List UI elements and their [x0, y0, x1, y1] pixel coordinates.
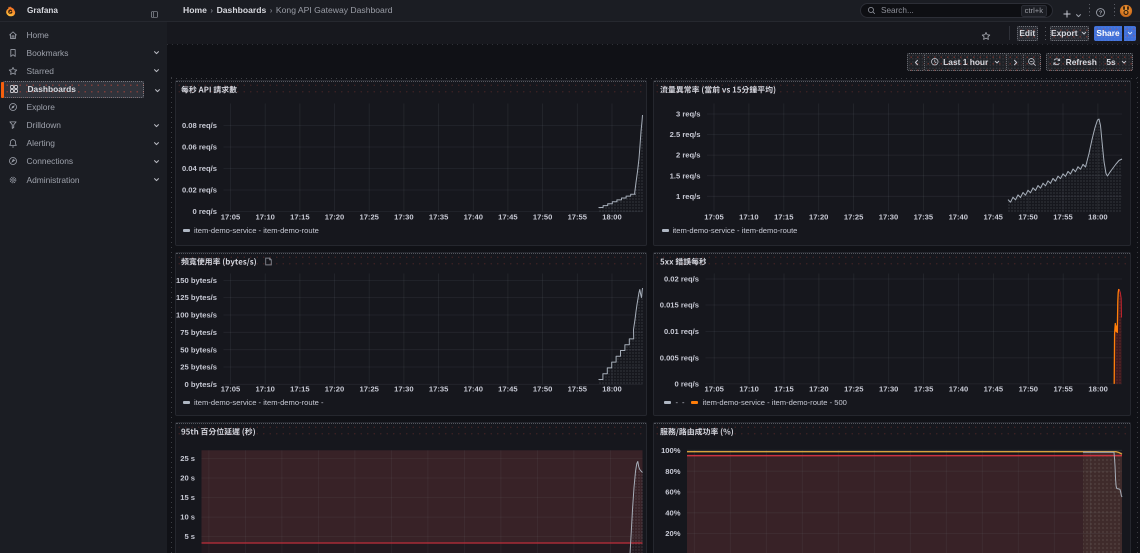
svg-text:17:05: 17:05	[704, 212, 724, 221]
svg-text:17:30: 17:30	[394, 384, 413, 393]
svg-text:17:25: 17:25	[359, 212, 379, 221]
svg-text:1 req/s: 1 req/s	[676, 191, 700, 200]
svg-text:0.01 req/s: 0.01 req/s	[664, 327, 699, 336]
svg-text:17:35: 17:35	[914, 384, 934, 393]
svg-text:10 s: 10 s	[180, 512, 195, 521]
svg-text:0.02 req/s: 0.02 req/s	[664, 274, 699, 283]
svg-text:18:00: 18:00	[602, 384, 621, 393]
svg-text:0.08 req/s: 0.08 req/s	[181, 121, 216, 130]
svg-text:17:15: 17:15	[290, 212, 310, 221]
svg-text:17:25: 17:25	[844, 212, 864, 221]
svg-text:17:10: 17:10	[255, 212, 274, 221]
svg-text:17:40: 17:40	[949, 384, 968, 393]
svg-text:17:40: 17:40	[463, 384, 482, 393]
svg-text:0.015 req/s: 0.015 req/s	[660, 300, 699, 309]
svg-text:100%: 100%	[661, 445, 681, 454]
svg-text:100 bytes/s: 100 bytes/s	[176, 310, 217, 319]
svg-text:17:50: 17:50	[1019, 384, 1038, 393]
svg-text:25 bytes/s: 25 bytes/s	[180, 362, 217, 371]
svg-text:17:25: 17:25	[359, 384, 379, 393]
svg-text:0 req/s: 0 req/s	[192, 207, 216, 216]
svg-text:17:40: 17:40	[949, 212, 968, 221]
svg-text:150 bytes/s: 150 bytes/s	[176, 276, 217, 285]
svg-text:17:35: 17:35	[428, 212, 448, 221]
svg-text:17:55: 17:55	[1053, 212, 1073, 221]
svg-text:17:05: 17:05	[220, 384, 240, 393]
svg-text:80%: 80%	[665, 466, 680, 475]
svg-text:17:15: 17:15	[774, 384, 794, 393]
svg-text:0.04 req/s: 0.04 req/s	[181, 164, 216, 173]
svg-text:125 bytes/s: 125 bytes/s	[176, 293, 217, 302]
svg-text:18:00: 18:00	[602, 212, 621, 221]
svg-text:17:20: 17:20	[809, 212, 828, 221]
svg-text:1.5 req/s: 1.5 req/s	[670, 171, 701, 180]
svg-text:40%: 40%	[665, 508, 680, 517]
svg-text:?: ?	[1099, 11, 1103, 17]
svg-text:60%: 60%	[665, 487, 680, 496]
svg-text:3 req/s: 3 req/s	[676, 109, 700, 118]
svg-text:18:00: 18:00	[1088, 384, 1107, 393]
svg-text:17:45: 17:45	[498, 384, 518, 393]
svg-text:17:20: 17:20	[324, 212, 343, 221]
svg-text:17:20: 17:20	[324, 384, 343, 393]
svg-text:75 bytes/s: 75 bytes/s	[180, 327, 217, 336]
svg-text:0 bytes/s: 0 bytes/s	[184, 379, 217, 388]
svg-text:17:50: 17:50	[532, 384, 551, 393]
svg-text:17:45: 17:45	[498, 212, 518, 221]
svg-text:17:30: 17:30	[394, 212, 413, 221]
svg-text:0 req/s: 0 req/s	[675, 379, 699, 388]
svg-text:20 s: 20 s	[180, 473, 195, 482]
svg-text:17:35: 17:35	[914, 212, 934, 221]
svg-text:17:10: 17:10	[255, 384, 274, 393]
svg-text:17:45: 17:45	[984, 384, 1004, 393]
svg-text:17:20: 17:20	[809, 384, 828, 393]
svg-text:18:00: 18:00	[1088, 212, 1107, 221]
svg-text:17:45: 17:45	[983, 212, 1003, 221]
svg-text:2.5 req/s: 2.5 req/s	[670, 130, 701, 139]
svg-text:17:25: 17:25	[844, 384, 864, 393]
svg-text:5 s: 5 s	[184, 532, 195, 541]
svg-text:0.005 req/s: 0.005 req/s	[660, 353, 699, 362]
svg-text:2 req/s: 2 req/s	[676, 150, 700, 159]
svg-text:17:15: 17:15	[290, 384, 310, 393]
svg-text:17:05: 17:05	[220, 212, 240, 221]
svg-text:50 bytes/s: 50 bytes/s	[180, 345, 217, 354]
svg-text:17:50: 17:50	[532, 212, 551, 221]
svg-text:17:05: 17:05	[704, 384, 724, 393]
svg-text:20%: 20%	[665, 529, 680, 538]
svg-text:17:10: 17:10	[739, 384, 758, 393]
svg-text:17:40: 17:40	[463, 212, 482, 221]
svg-text:17:35: 17:35	[428, 384, 448, 393]
svg-text:0.06 req/s: 0.06 req/s	[181, 142, 216, 151]
svg-text:17:55: 17:55	[1053, 384, 1073, 393]
svg-text:17:10: 17:10	[739, 212, 758, 221]
svg-text:17:50: 17:50	[1018, 212, 1037, 221]
svg-text:15 s: 15 s	[180, 493, 195, 502]
svg-text:25 s: 25 s	[180, 454, 195, 463]
svg-text:17:15: 17:15	[774, 212, 794, 221]
svg-text:17:30: 17:30	[879, 384, 898, 393]
svg-text:0.02 req/s: 0.02 req/s	[181, 185, 216, 194]
svg-text:17:30: 17:30	[879, 212, 898, 221]
svg-text:17:55: 17:55	[567, 384, 587, 393]
svg-text:17:55: 17:55	[567, 212, 587, 221]
